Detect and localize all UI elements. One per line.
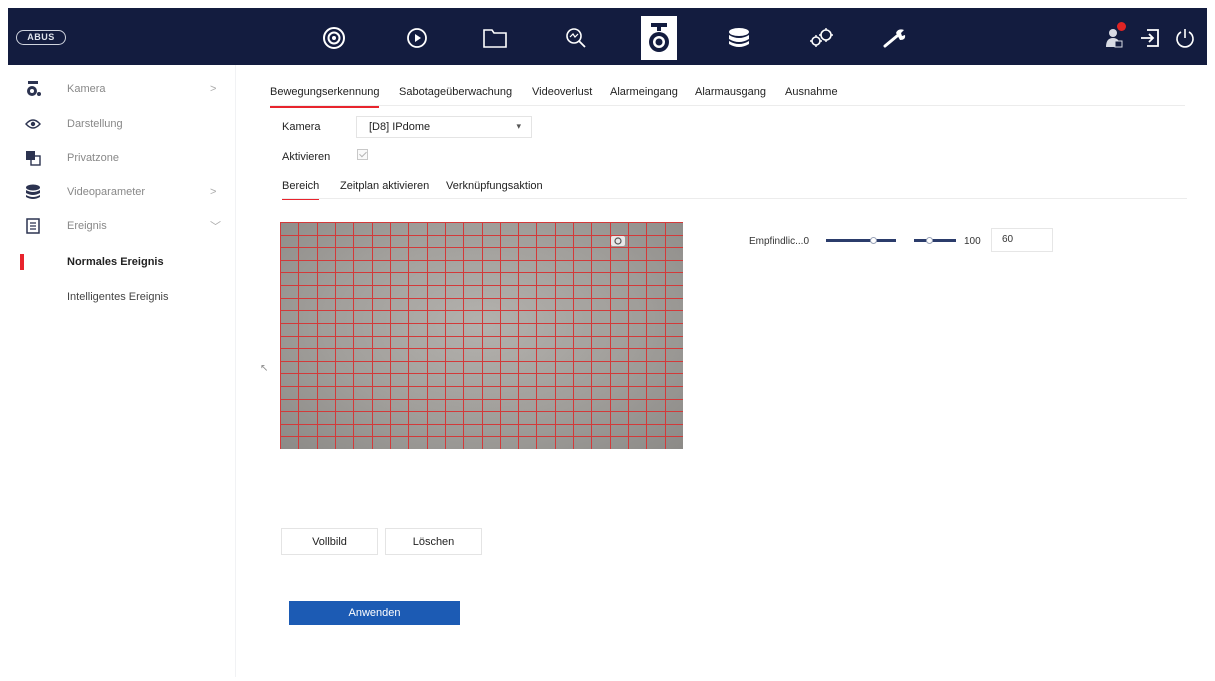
eye-icon — [24, 115, 42, 133]
apply-button[interactable]: Anwenden — [289, 601, 460, 625]
chevron-right-icon: > — [210, 83, 217, 95]
motion-grid — [280, 222, 683, 449]
enable-label: Aktivieren — [282, 151, 331, 163]
camera-overlay-icon — [611, 236, 625, 246]
subtab-bereich[interactable]: Bereich — [282, 180, 320, 200]
camera-icon — [24, 80, 42, 98]
enable-checkbox[interactable] — [357, 149, 368, 160]
clear-button[interactable]: Löschen — [385, 528, 482, 555]
search-icon[interactable] — [556, 20, 596, 56]
sidebar-item-videoparameter[interactable]: Videoparameter > — [8, 175, 236, 209]
subtab-zeitplan[interactable]: Zeitplan aktivieren — [340, 180, 429, 198]
subtab-divider — [282, 198, 1187, 199]
sidebar-item-label: Ereignis — [67, 220, 107, 232]
camera-select[interactable]: [D8] IPdome ▾ — [356, 116, 532, 138]
sidebar-item-intelligentes-ereignis[interactable]: Intelligentes Ereignis — [8, 280, 236, 314]
system-config-icon[interactable] — [801, 20, 841, 56]
mouse-cursor-icon: ↖ — [260, 363, 269, 374]
active-indicator — [20, 254, 24, 270]
motion-detection-area[interactable] — [280, 222, 683, 449]
slider-thumb[interactable] — [926, 237, 933, 244]
camera-label: Kamera — [282, 121, 321, 133]
sensitivity-slider[interactable] — [826, 237, 956, 244]
slider-track-left — [826, 239, 896, 242]
sensitivity-input[interactable]: 60 — [991, 228, 1053, 252]
top-navigation-bar: ABUS — [8, 8, 1207, 65]
sensitivity-max: 100 — [964, 236, 981, 247]
sidebar-item-normales-ereignis[interactable]: Normales Ereignis — [8, 245, 236, 279]
sidebar-item-label: Normales Ereignis — [67, 256, 164, 268]
chevron-down-icon: ▾ — [516, 121, 521, 131]
playback-icon[interactable] — [397, 20, 437, 56]
sidebar-item-label: Darstellung — [67, 118, 123, 130]
sidebar-item-label: Kamera — [67, 83, 106, 95]
sensitivity-label: Empfindlic...0 — [749, 236, 810, 247]
alarm-user-icon[interactable] — [1100, 22, 1128, 52]
fullscreen-button[interactable]: Vollbild — [281, 528, 378, 555]
sidebar-item-kamera[interactable]: Kamera > — [8, 72, 236, 106]
slider-marker — [870, 237, 877, 244]
sidebar-item-label: Videoparameter — [67, 186, 146, 198]
tab-divider — [270, 105, 1185, 106]
database-icon — [24, 183, 42, 201]
file-folder-icon[interactable] — [475, 20, 515, 56]
live-view-icon[interactable] — [314, 20, 354, 56]
storage-icon[interactable] — [719, 20, 759, 56]
sidebar-item-label: Intelligentes Ereignis — [67, 291, 169, 303]
sidebar-item-darstellung[interactable]: Darstellung — [8, 107, 236, 141]
privacy-mask-icon — [24, 149, 42, 167]
event-document-icon — [24, 217, 42, 235]
power-icon[interactable] — [1171, 24, 1199, 52]
camera-select-value: [D8] IPdome — [369, 121, 431, 133]
camera-icon[interactable] — [641, 16, 677, 60]
sidebar-item-ereignis[interactable]: Ereignis ﹀ — [8, 209, 236, 243]
sidebar-item-privatzone[interactable]: Privatzone — [8, 141, 236, 175]
logout-icon[interactable] — [1136, 24, 1164, 52]
sidebar: Kamera > Darstellung Privatzone Videopar… — [8, 65, 236, 677]
sidebar-item-label: Privatzone — [67, 152, 119, 164]
chevron-down-icon: ﹀ — [210, 221, 221, 233]
subtab-verknuepfungsaktion[interactable]: Verknüpfungsaktion — [446, 180, 543, 198]
maintenance-wrench-icon[interactable] — [875, 20, 915, 56]
chevron-right-icon: > — [210, 186, 217, 198]
alarm-badge — [1117, 22, 1126, 31]
brand-logo: ABUS — [16, 30, 66, 45]
slider-track-right — [914, 239, 956, 242]
